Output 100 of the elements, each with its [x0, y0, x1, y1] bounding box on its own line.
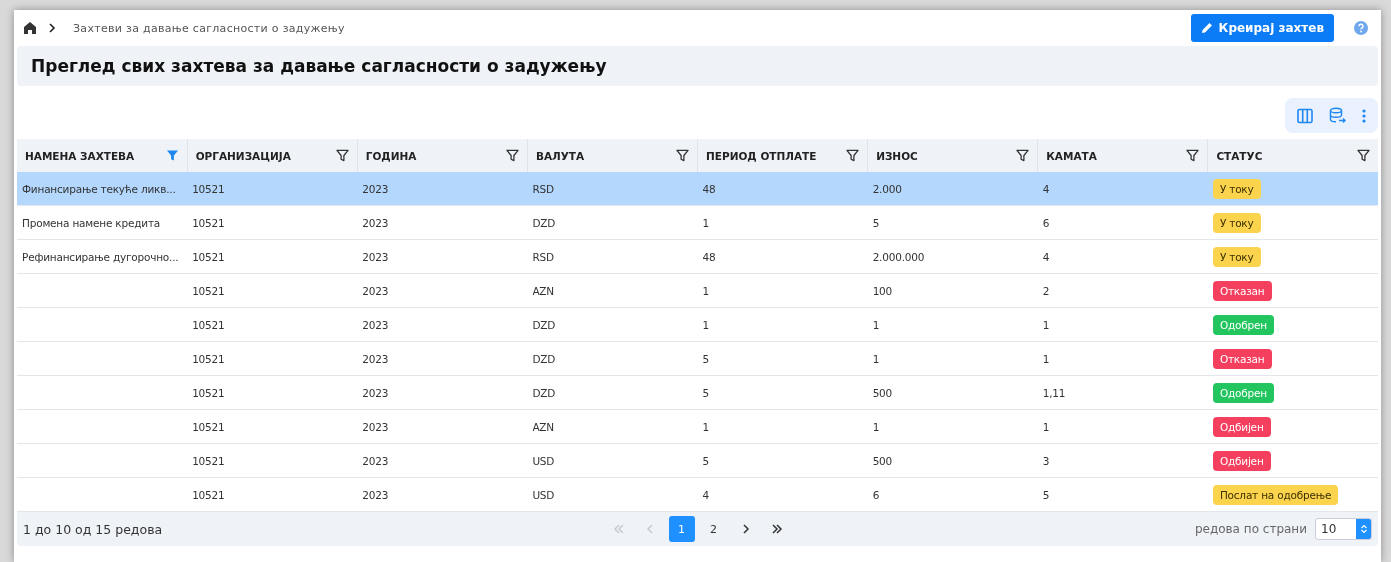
table-row[interactable]: 10521 2023 AZN 1 100 2 Отказан	[17, 273, 1378, 308]
table-cell: 2.000.000	[872, 250, 925, 263]
table-cell: 1	[872, 352, 880, 365]
filter-icon[interactable]	[335, 149, 349, 162]
create-button[interactable]: Креирај захтев	[1190, 14, 1334, 42]
table-cell: DZD	[532, 386, 556, 399]
table-row[interactable]: 10521 2023 DZD 5 1 1 Отказан	[17, 341, 1378, 376]
table-cell: Рефинансирање дугорочно...	[22, 250, 179, 263]
table-cell: 2023	[362, 250, 389, 263]
table-cell: 2023	[362, 352, 389, 365]
table-cell: USD	[532, 454, 555, 467]
column-header[interactable]: ВАЛУТА	[535, 149, 585, 162]
table-cell: 10521	[192, 352, 225, 365]
table-cell: 4	[1042, 250, 1050, 263]
rows-per-page-label: редова по страни	[1194, 522, 1307, 536]
status-badge: Отказан	[1212, 348, 1272, 369]
table-cell: DZD	[532, 216, 556, 229]
table-cell: 10521	[192, 182, 225, 195]
table-row[interactable]: Рефинансирање дугорочно... 10521 2023 RSD 48 2.000.000 4 У току	[17, 239, 1378, 274]
table-cell: 5	[702, 352, 709, 365]
column-header[interactable]: КАМАТА	[1046, 149, 1097, 162]
table-cell: 2023	[362, 284, 389, 297]
table-cell: 2023	[362, 386, 389, 399]
table-cell: 4	[1042, 182, 1050, 195]
table-row[interactable]: 10521 2023 USD 5 500 3 Одбијен	[17, 443, 1378, 478]
page-button[interactable]: 2	[700, 516, 727, 542]
table-cell: 10521	[192, 420, 225, 433]
table-cell: 2023	[362, 420, 389, 433]
filter-icon[interactable]	[1186, 149, 1200, 162]
pencil-icon	[1200, 22, 1213, 34]
filter-icon[interactable]	[1016, 149, 1030, 162]
table-cell: 5	[702, 454, 709, 467]
table-cell: 2023	[362, 216, 389, 229]
table-cell: Промена намене кредита	[22, 216, 161, 229]
table-cell: 1	[1042, 420, 1050, 433]
table-cell: 1	[702, 318, 709, 331]
column-header[interactable]: ИЗНОС	[876, 149, 918, 162]
row-count-summary: 1 до 10 од 15 редова	[23, 521, 164, 537]
table-cell: 10521	[192, 284, 225, 297]
table-row[interactable]: 10521 2023 DZD 1 1 1 Одобрен	[17, 307, 1378, 342]
table-cell: 2	[1042, 284, 1050, 297]
status-badge: Одобрен	[1212, 314, 1274, 335]
status-badge: У току	[1212, 246, 1261, 267]
table-cell: 10521	[192, 250, 225, 263]
status-badge: Одобрен	[1212, 382, 1274, 403]
status-badge: Одбијен	[1212, 416, 1271, 437]
status-badge: Отказан	[1212, 280, 1272, 301]
table-cell: 6	[1042, 216, 1050, 229]
table-cell: DZD	[532, 352, 556, 365]
table-cell: 5	[1042, 488, 1050, 501]
filter-icon[interactable]	[1357, 149, 1370, 162]
table-cell: USD	[532, 488, 555, 501]
table-cell: 1	[702, 284, 709, 297]
table-row[interactable]: 10521 2023 AZN 1 1 1 Одбијен	[17, 409, 1378, 444]
columns-icon[interactable]	[1297, 107, 1313, 124]
rows-per-page-select[interactable]: 10	[1315, 518, 1372, 540]
table-cell: 48	[702, 250, 716, 263]
table-cell: 3	[1042, 454, 1050, 467]
status-badge: У току	[1212, 178, 1261, 199]
page-title: Преглед свих захтева за давање сагласности о задужењу	[17, 46, 1378, 86]
chevron-icon	[47, 23, 57, 33]
double-chevron-icon	[770, 522, 785, 536]
table-cell: AZN	[532, 420, 554, 433]
table-cell: 1	[1042, 318, 1050, 331]
breadcrumb-current: Захтеви за давање сагласности о задужењу	[73, 21, 345, 35]
column-header[interactable]: СТАТУС	[1216, 149, 1263, 162]
table-cell: 500	[872, 386, 893, 399]
column-header[interactable]: ГОДИНА	[365, 149, 417, 162]
up-down-arrows-icon	[1359, 524, 1368, 534]
table-cell: 5	[702, 386, 709, 399]
database-export-icon[interactable]	[1329, 107, 1346, 124]
table-cell: 10521	[192, 454, 225, 467]
table-cell: 6	[872, 488, 880, 501]
status-badge: У току	[1212, 212, 1261, 233]
table-row[interactable]: 10521 2023 DZD 5 500 1,11 Одобрен	[17, 375, 1378, 410]
table-cell: 10521	[192, 488, 225, 501]
table-cell: RSD	[532, 182, 554, 195]
table-cell: 4	[702, 488, 709, 501]
filter-icon[interactable]	[846, 149, 860, 162]
more-icon[interactable]	[1362, 108, 1366, 123]
table-cell: DZD	[532, 318, 556, 331]
table-cell: Финансирање текуће ликв...	[22, 182, 176, 195]
table-row[interactable]: Финансирање текуће ликв... 10521 2023 RSD 48 2.000 4 У току	[17, 172, 1378, 206]
filter-icon[interactable]	[676, 149, 689, 162]
table-cell: 5	[872, 216, 880, 229]
home-icon[interactable]	[23, 21, 37, 35]
table-cell: 1,11	[1042, 386, 1066, 399]
filter-icon[interactable]	[505, 149, 519, 162]
table-cell: 2023	[362, 488, 389, 501]
table-row[interactable]: 10521 2023 USD 4 6 5 Послат на одобрење	[17, 477, 1378, 512]
table-cell: 100	[872, 284, 893, 297]
table-cell: 1	[872, 318, 880, 331]
table-cell: 1	[702, 420, 709, 433]
status-badge: Послат на одобрење	[1212, 484, 1339, 505]
table-cell: 10521	[192, 386, 225, 399]
table-cell: RSD	[532, 250, 554, 263]
table-cell: 2023	[362, 318, 389, 331]
table-row[interactable]: Промена намене кредита 10521 2023 DZD 1 5 6 У току	[17, 205, 1378, 240]
table-cell: 2023	[362, 182, 389, 195]
table-cell: 10521	[192, 216, 225, 229]
